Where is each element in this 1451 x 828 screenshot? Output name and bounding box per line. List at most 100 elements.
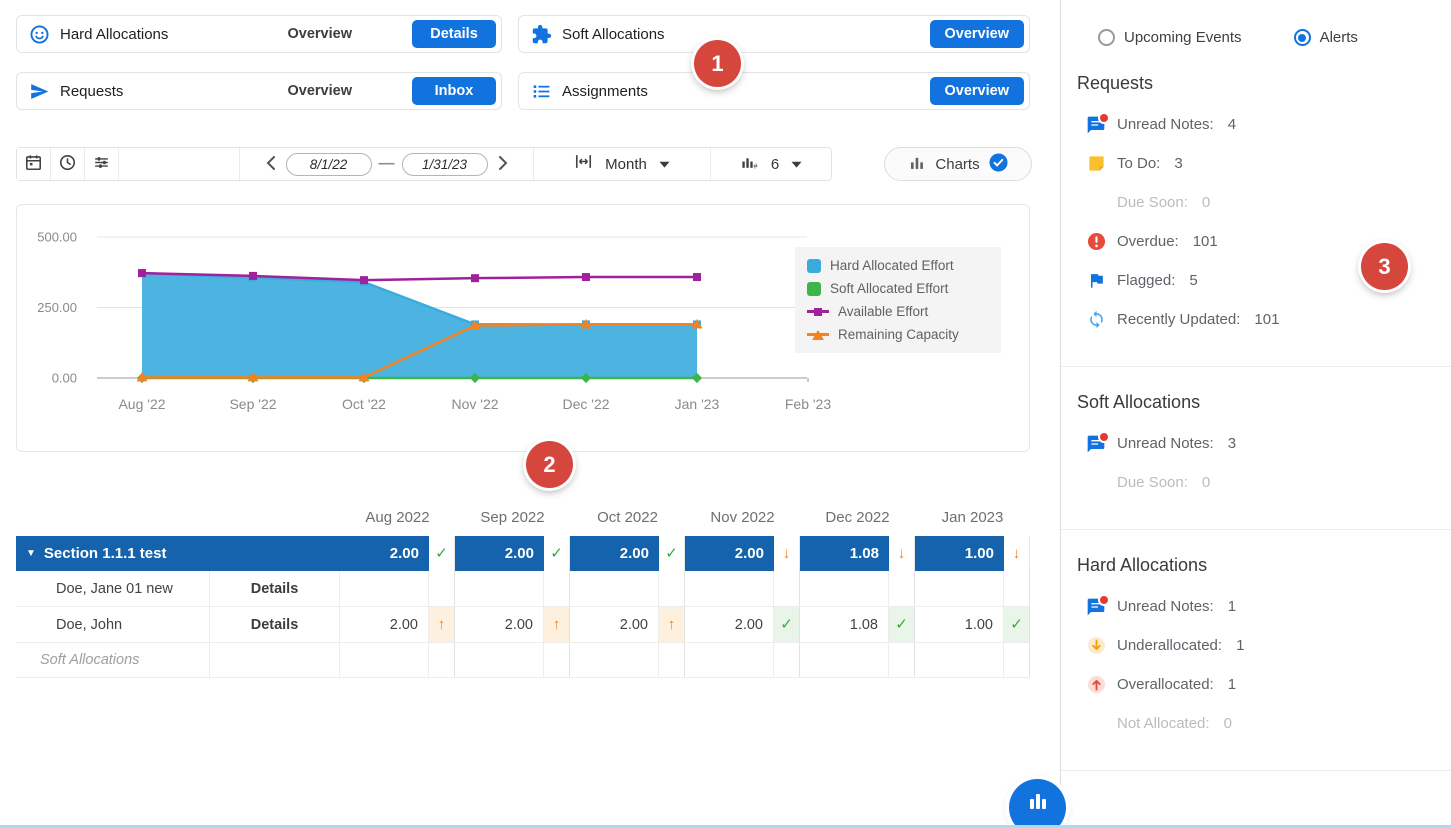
- alerts-panel: Upcoming Events Alerts Requests Unread Not…: [1060, 0, 1451, 828]
- alert-count: 0: [1224, 715, 1232, 732]
- status-cell: ↑: [659, 607, 685, 642]
- prev-period-button[interactable]: [262, 154, 279, 175]
- calendar-icon: [24, 153, 43, 175]
- soft-allocations-button[interactable]: Overview: [930, 20, 1025, 48]
- overallocated-icon: [1086, 675, 1106, 695]
- alert-item-unread-notes[interactable]: Unread Notes:1: [1077, 587, 1435, 626]
- view-option-label: Upcoming Events: [1124, 29, 1242, 46]
- allocation-value-cell[interactable]: [570, 571, 659, 606]
- cards-grid: Hard AllocationsOverviewDetailsSoft Allo…: [16, 15, 1030, 110]
- start-date-input[interactable]: [286, 153, 372, 176]
- allocation-value-cell[interactable]: 2.00: [455, 607, 544, 642]
- allocation-value-cell[interactable]: [915, 571, 1004, 606]
- alert-count: 3: [1228, 435, 1236, 452]
- collapse-caret-icon[interactable]: ▼: [26, 549, 36, 559]
- overview-link[interactable]: Overview: [288, 83, 353, 99]
- svg-text:Dec '22: Dec '22: [562, 396, 609, 412]
- row-name-cell: Soft Allocations: [16, 643, 210, 677]
- interval-value: Month: [605, 156, 647, 173]
- view-option-upcoming-events[interactable]: Upcoming Events: [1098, 27, 1242, 48]
- alert-item-not-allocated[interactable]: Not Allocated: 0: [1077, 704, 1435, 743]
- allocation-value-cell[interactable]: [455, 643, 544, 677]
- section-name-cell[interactable]: ▼Section 1.1.1 test: [16, 536, 210, 571]
- filter-settings-button[interactable]: [85, 148, 119, 180]
- view-option-alerts[interactable]: Alerts: [1294, 27, 1358, 48]
- alert-label: Unread Notes:: [1117, 435, 1214, 452]
- alert-item-to-do[interactable]: To Do:3: [1077, 144, 1435, 183]
- details-cell: Details: [210, 607, 340, 642]
- alert-label: Overallocated:: [1117, 676, 1214, 693]
- column-count-dropdown[interactable]: # 6: [711, 148, 831, 180]
- person-row: Doe, Jane 01 newDetails: [16, 571, 1030, 607]
- sliders-icon: [92, 153, 111, 175]
- svg-text:0.00: 0.00: [52, 371, 77, 386]
- alert-count: 4: [1228, 116, 1236, 133]
- alert-item-unread-notes[interactable]: Unread Notes: 3: [1077, 424, 1435, 463]
- allocation-value-cell[interactable]: 1.00: [915, 536, 1004, 571]
- status-cell: [659, 571, 685, 606]
- status-check-icon: ✓: [550, 546, 563, 561]
- status-cell: [659, 643, 685, 677]
- allocation-value-cell[interactable]: 2.00: [570, 536, 659, 571]
- status-cell: [774, 571, 800, 606]
- allocation-value-cell[interactable]: 2.00: [685, 607, 774, 642]
- allocation-value-cell[interactable]: 1.08: [800, 536, 889, 571]
- svg-text:Feb '23: Feb '23: [785, 396, 831, 412]
- allocation-value-cell[interactable]: 2.00: [455, 536, 544, 571]
- alert-item-overallocated[interactable]: Overallocated:1: [1077, 665, 1435, 704]
- allocation-value-cell[interactable]: [340, 643, 429, 677]
- hard-allocations-button[interactable]: Details: [412, 20, 496, 48]
- alert-item-unread-notes[interactable]: Unread Notes:4: [1077, 105, 1435, 144]
- alert-count: 1: [1236, 637, 1244, 654]
- alert-label: Not Allocated:: [1117, 715, 1210, 732]
- overview-link[interactable]: Overview: [288, 26, 353, 42]
- charts-toggle-button[interactable]: Charts: [884, 147, 1032, 181]
- date-range-separator: —: [379, 155, 395, 173]
- view-option-label: Alerts: [1320, 29, 1358, 46]
- allocation-value-cell[interactable]: 1.08: [800, 607, 889, 642]
- allocation-value-cell[interactable]: [685, 643, 774, 677]
- chat-unread-icon: [1086, 597, 1106, 617]
- card-soft-allocations: Soft AllocationsOverview: [518, 15, 1030, 53]
- unread-dot: [1098, 431, 1110, 443]
- requests-button[interactable]: Inbox: [412, 77, 496, 105]
- allocation-value-cell[interactable]: [455, 571, 544, 606]
- allocation-value-cell[interactable]: [570, 643, 659, 677]
- annotation-badge-2: 2: [526, 441, 573, 488]
- status-cell: ↑: [429, 607, 455, 642]
- allocation-value-cell[interactable]: 2.00: [340, 536, 429, 571]
- allocation-value-cell[interactable]: 2.00: [570, 607, 659, 642]
- allocation-value-cell[interactable]: 2.00: [685, 536, 774, 571]
- allocation-value-cell[interactable]: [340, 571, 429, 606]
- allocation-value-cell[interactable]: [800, 571, 889, 606]
- status-cell: ✓: [889, 607, 915, 642]
- allocation-value-cell[interactable]: 1.00: [915, 607, 1004, 642]
- timeline-toolbar: — Month # 6: [16, 147, 832, 181]
- allocation-value-cell[interactable]: [685, 571, 774, 606]
- time-button[interactable]: [51, 148, 85, 180]
- status-underallocated-icon: ↓: [898, 546, 906, 561]
- allocation-value-cell[interactable]: [800, 643, 889, 677]
- alert-item-due-soon[interactable]: Due Soon:0: [1077, 463, 1435, 502]
- interval-dropdown[interactable]: Month: [534, 148, 711, 180]
- section-title: Requests: [1077, 73, 1435, 94]
- details-link[interactable]: Details: [251, 617, 299, 633]
- alert-item-recently-updated[interactable]: Recently Updated:101: [1077, 300, 1435, 339]
- alert-label: Unread Notes:: [1117, 598, 1214, 615]
- puzzle-icon: [530, 23, 552, 45]
- allocation-value-cell[interactable]: [915, 643, 1004, 677]
- alert-item-due-soon[interactable]: Due Soon:0: [1077, 183, 1435, 222]
- details-link[interactable]: Details: [251, 581, 299, 597]
- card-title: Requests: [60, 83, 123, 100]
- date-range-controls: —: [239, 148, 534, 180]
- next-period-button[interactable]: [495, 154, 512, 175]
- calendar-button[interactable]: [17, 148, 51, 180]
- assignments-button[interactable]: Overview: [930, 77, 1025, 105]
- allocation-value-cell[interactable]: 2.00: [340, 607, 429, 642]
- app-root: Hard AllocationsOverviewDetailsSoft Allo…: [0, 0, 1451, 828]
- end-date-input[interactable]: [402, 153, 488, 176]
- alert-item-underallocated[interactable]: Underallocated:1: [1077, 626, 1435, 665]
- legend-swatch: [807, 282, 821, 296]
- legend-swatch: [807, 259, 821, 273]
- charts-fab-button[interactable]: [1009, 779, 1066, 828]
